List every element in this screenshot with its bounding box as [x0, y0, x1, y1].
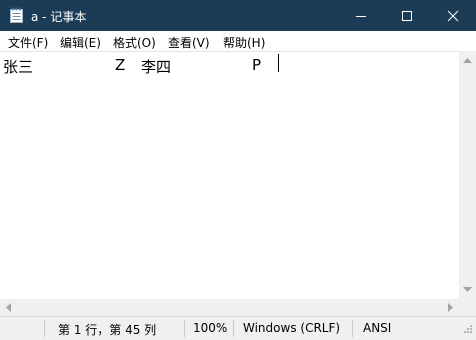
- scroll-left-icon[interactable]: [5, 303, 11, 312]
- maximize-button[interactable]: [384, 0, 430, 31]
- resize-grip-icon[interactable]: [462, 325, 473, 336]
- text-caret: [278, 54, 279, 72]
- status-line-ending: Windows (CRLF): [243, 321, 341, 335]
- close-icon: [447, 10, 459, 21]
- status-encoding: ANSI: [363, 321, 392, 335]
- maximize-icon: [402, 10, 412, 21]
- minimize-icon: [356, 15, 366, 17]
- title-bar[interactable]: a - 记事本: [0, 0, 476, 31]
- menu-file[interactable]: 文件(F): [8, 34, 48, 51]
- scroll-right-icon[interactable]: [448, 303, 454, 312]
- menu-format[interactable]: 格式(O): [113, 34, 156, 51]
- notepad-icon: [10, 7, 23, 23]
- horizontal-scrollbar[interactable]: [0, 299, 459, 316]
- status-separator: [184, 320, 185, 337]
- text-segment: Z: [115, 56, 126, 74]
- menu-bar: 文件(F) 编辑(E) 格式(O) 查看(V) 帮助(H): [0, 31, 476, 51]
- text-segment: P: [252, 56, 262, 74]
- menu-help[interactable]: 帮助(H): [223, 34, 265, 51]
- menu-view[interactable]: 查看(V): [168, 34, 210, 51]
- status-separator: [352, 320, 353, 337]
- menu-edit[interactable]: 编辑(E): [60, 34, 101, 51]
- text-segment: 张三: [3, 58, 34, 76]
- status-separator: [44, 320, 45, 337]
- vertical-scrollbar[interactable]: [459, 51, 476, 299]
- text-segment: 李四: [141, 58, 172, 76]
- scrollbar-corner: [459, 299, 476, 316]
- status-bar: 第 1 行，第 45 列 100% Windows (CRLF) ANSI: [0, 316, 476, 340]
- notepad-window: a - 记事本 文件(F) 编辑(E) 格式(O) 查看(V) 帮助(H) 张三…: [0, 0, 476, 340]
- text-editor[interactable]: 张三 Z 李四 P: [0, 51, 459, 300]
- minimize-button[interactable]: [338, 0, 384, 31]
- status-separator: [233, 320, 234, 337]
- status-zoom: 100%: [193, 321, 228, 335]
- scroll-down-icon[interactable]: [463, 287, 472, 293]
- window-title: a - 记事本: [31, 10, 87, 24]
- status-cursor-position: 第 1 行，第 45 列: [58, 323, 157, 337]
- close-button[interactable]: [430, 0, 476, 31]
- scroll-up-icon[interactable]: [463, 57, 472, 63]
